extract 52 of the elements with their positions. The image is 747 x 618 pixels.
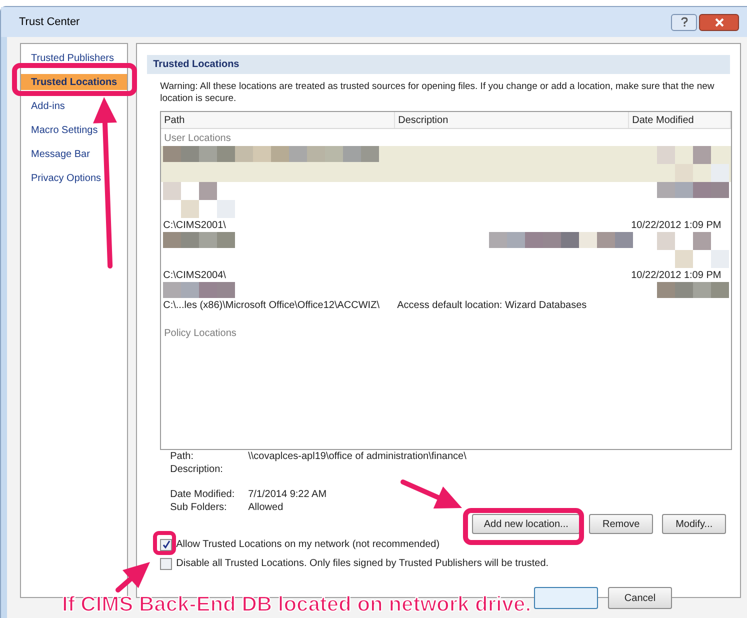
annotation-arrow [400,480,462,508]
close-icon [714,18,724,26]
action-button[interactable]: Add new location... [472,514,580,534]
checkbox[interactable] [160,538,172,550]
table-row[interactable] [161,282,732,298]
group-label: User Locations [163,132,232,146]
highlight-frame [153,531,176,555]
help-icon [680,17,688,27]
checkbox-label: Allow Trusted Locations on my network (not recommended) [176,538,440,552]
sidebar-item[interactable]: Trusted Locations [21,74,128,90]
close-button[interactable] [699,14,739,30]
detail-value: Allowed [248,502,284,513]
action-button[interactable]: Modify... [662,514,726,534]
column-header[interactable]: Date Modified [629,112,732,128]
detail-label: Description: [170,464,224,476]
sidebar-item[interactable]: Trusted Publishers [21,50,128,66]
action-button[interactable]: Remove [589,514,654,534]
detail-label: Date Modified: [170,489,236,501]
detail-label: Path: [170,451,194,463]
section-header: Trusted Locations [147,55,730,74]
sidebar-item[interactable]: Macro Settings [21,122,128,138]
sidebar-item[interactable]: Add-ins [21,98,128,114]
sidebar-item[interactable]: Privacy Options [21,170,128,186]
table-row[interactable] [161,146,732,182]
date-cell: 10/22/2012 1:09 PM [631,220,722,230]
description-cell: Access default location: Wizard Databases [397,300,587,310]
help-button[interactable] [671,14,697,30]
path-cell-text: C:\CIMS2004\ [162,268,227,282]
sidebar-item[interactable]: Message Bar [21,146,128,162]
column-header[interactable]: Description [395,112,630,128]
date-cell: 10/22/2012 1:09 PM [631,270,722,280]
column-header[interactable]: Path [161,112,396,128]
warning-text: Warning: All these locations are treated as trusted sources for opening files. If you change or add a location, make sure that the new location is secure. [160,81,716,105]
table-row[interactable] [161,232,732,268]
ok-button[interactable] [534,587,598,609]
checkbox-label: Disable all Trusted Locations. Only files signed by Trusted Publishers will be trusted. [176,557,549,571]
path-cell-text: C:\...les (x86)\Microsoft Office\Office12\ACCWIZ\ [162,298,380,312]
window-title: Trust Center [19,14,80,30]
annotation-arrow [116,562,150,592]
table-row[interactable] [161,182,732,218]
checkbox[interactable] [160,558,172,570]
detail-value: \\covaplces-apl19\office of administration\finance\ [248,451,466,462]
group-label: Policy Locations [163,327,238,341]
path-cell-text: C:\CIMS2001\ [162,218,227,232]
table-row[interactable]: C:\CIMS2004\ 10/22/2012 1:09 PM [161,268,732,282]
check-icon [162,540,171,549]
table-row[interactable]: C:\CIMS2001\ 10/22/2012 1:09 PM [161,218,732,232]
detail-label: Sub Folders: [170,502,228,514]
annotation-text: If CIMS Back-End DB located on network drive. [62,592,532,618]
table-row[interactable]: C:\...les (x86)\Microsoft Office\Office12\ACCWIZ\ Access default location: Wizard Databases [161,298,732,312]
cancel-button[interactable]: Cancel [608,587,672,609]
detail-value: 7/1/2014 9:22 AM [248,489,327,500]
